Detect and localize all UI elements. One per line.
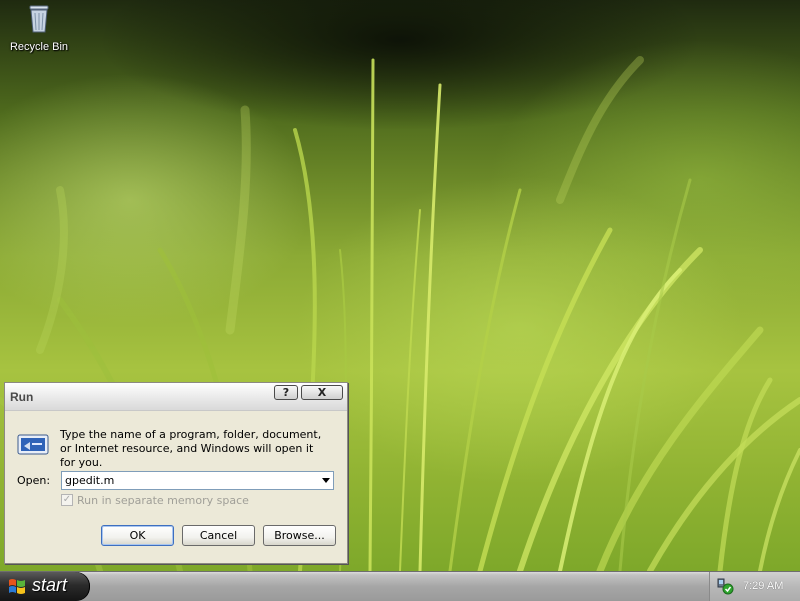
browse-button[interactable]: Browse... [263,525,336,546]
windows-flag-icon [9,579,25,594]
run-dialog-titlebar[interactable]: Run ? X [5,383,347,411]
cancel-button[interactable]: Cancel [182,525,255,546]
ok-button[interactable]: OK [101,525,174,546]
dropdown-arrow-icon[interactable] [322,478,330,483]
system-tray: 7:29 AM [709,572,800,601]
start-button[interactable]: start [0,572,90,601]
desktop-icon-recycle-bin[interactable]: Recycle Bin [4,2,74,53]
start-label: start [32,575,68,595]
run-dialog: Run ? X Type the name of a program, fold… [4,382,348,564]
dialog-title: Run [10,390,34,404]
run-description: Type the name of a program, folder, docu… [60,428,322,469]
close-button[interactable]: X [301,385,343,400]
network-icon[interactable] [716,577,734,595]
recycle-bin-label: Recycle Bin [9,41,69,53]
separate-memory-label: Run in separate memory space [77,494,249,507]
run-program-icon [17,434,49,455]
clock[interactable]: 7:29 AM [743,580,783,592]
recycle-bin-icon [29,5,49,33]
open-input[interactable] [65,473,305,488]
taskbar: start 7:29 AM [0,571,800,601]
open-combobox[interactable] [61,471,334,490]
open-label: Open: [17,474,51,487]
help-button[interactable]: ? [274,385,298,400]
separate-memory-checkbox: ✓ [61,494,73,506]
